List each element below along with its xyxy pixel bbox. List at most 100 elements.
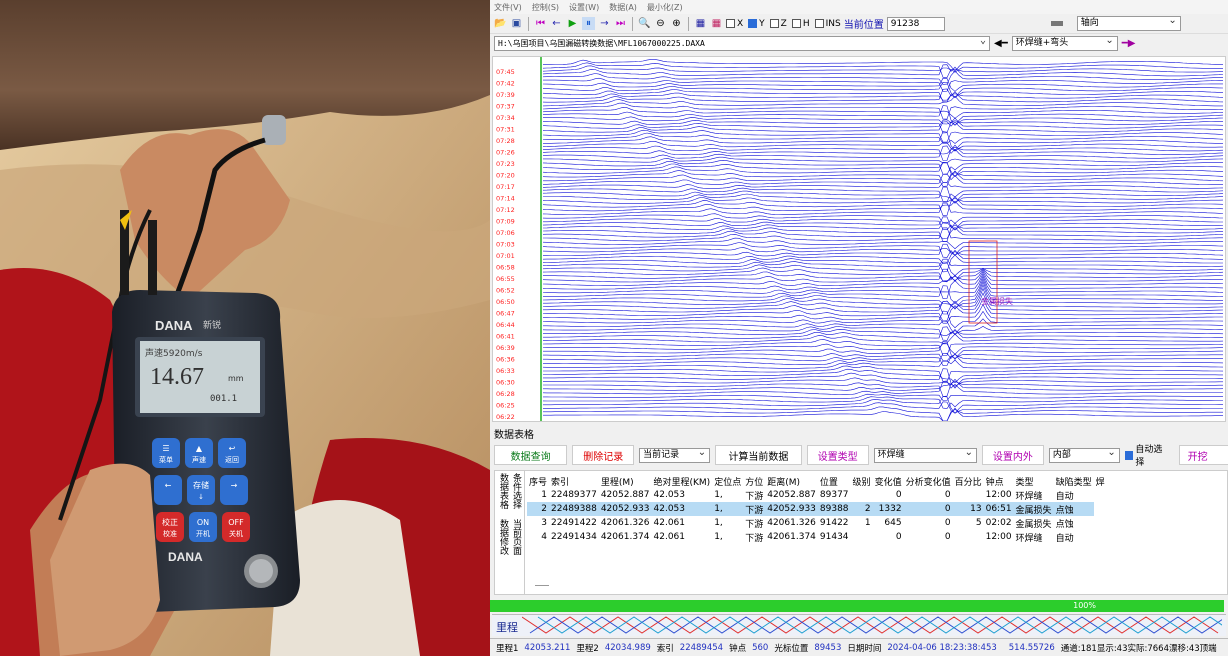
column-header[interactable]: 类型 <box>1014 474 1054 488</box>
data-table-tab-title[interactable]: 数据表格 <box>494 426 534 441</box>
device-key-symbol: ↩ <box>229 444 236 453</box>
table-cell: 点蚀 <box>1055 519 1074 530</box>
table-cell: 0 <box>944 532 951 542</box>
column-header[interactable]: 变化值 <box>873 474 904 488</box>
side-tab-data-table[interactable]: 数据表格 <box>497 473 508 509</box>
column-header[interactable]: 缺陷类型 <box>1054 474 1094 488</box>
column-header[interactable]: 钟点 <box>984 474 1014 488</box>
table-row[interactable]: 3 22491422 42061.326 42.061 1, 下游 42061.326 914… <box>527 516 1107 530</box>
waveform-plot[interactable]: 07:45 07:42 07:39 07:37 07:34 07:31 07:28 07:26… <box>493 57 1225 422</box>
toolbar-separator <box>528 16 529 31</box>
check-z[interactable]: Z <box>769 19 787 29</box>
zoom-out-icon[interactable]: ⊖ <box>654 17 667 30</box>
menu-file[interactable]: 文件(V) <box>494 2 522 13</box>
play-icon[interactable]: ▶ <box>566 17 579 30</box>
table-cell: 自动 <box>1055 533 1074 544</box>
column-header[interactable]: 焊 <box>1094 474 1107 488</box>
menu-settings[interactable]: 设置(W) <box>569 2 599 13</box>
data-query-button[interactable]: 数据查询 <box>494 445 568 465</box>
menu-data[interactable]: 数据(A) <box>609 2 637 13</box>
table-cell: 91434 <box>819 532 849 542</box>
menu-minimize[interactable]: 最小化(Z) <box>647 2 683 13</box>
checkbox-icon <box>748 19 758 28</box>
device-key-label: 菜单 <box>159 455 173 464</box>
waveform-panel[interactable]: 07:45 07:42 07:39 07:37 07:34 07:31 07:28 07:26… <box>492 56 1226 422</box>
column-header[interactable]: 百分比 <box>953 474 984 488</box>
menu-control[interactable]: 控制(S) <box>532 2 559 13</box>
table-cell: 2 <box>850 502 873 516</box>
column-header[interactable]: 里程(M) <box>599 474 652 488</box>
time-label: 06:28 <box>496 390 515 398</box>
time-label: 06:50 <box>496 298 515 306</box>
device-key: ▲ 声速 <box>185 438 213 468</box>
zoom-fit-icon[interactable]: 🔍 <box>638 17 651 30</box>
channel-trace <box>542 213 1224 224</box>
device-reading: 14.67 <box>150 364 204 390</box>
column-header[interactable]: 位置 <box>818 474 851 488</box>
file-path-select[interactable]: H:\乌国项目\乌国漏磁转换数据\MFL1067000225.DAXA <box>494 34 990 51</box>
column-header[interactable]: 定位点 <box>712 474 743 488</box>
check-y[interactable]: Y <box>748 19 765 29</box>
table-cell: 22491422 <box>551 518 597 528</box>
last-frame-icon[interactable]: ⏭ <box>614 17 627 30</box>
table-cell: 5 <box>975 518 982 528</box>
column-header[interactable]: 级别 <box>851 474 873 488</box>
delete-record-button[interactable]: 删除记录 <box>572 445 635 465</box>
status-key: 钟点 <box>729 643 747 654</box>
set-inout-button[interactable]: 设置内外 <box>981 445 1044 465</box>
time-label: 06:39 <box>496 344 515 352</box>
field-photo: DANA 新锐 声速5920m/s 14.67 mm 001.1 ☰ 菜单 ▲ 声速 ↩… <box>0 0 490 656</box>
current-record-select[interactable]: 当前记录 <box>639 446 711 463</box>
axis-select[interactable]: 轴向 <box>1076 14 1181 31</box>
status-bar: 里程1 42053.211 里程2 42034.989 索引 22489454 钟点 560 光… <box>490 638 1228 656</box>
calc-current-button[interactable]: 计算当前数据 <box>715 445 802 465</box>
column-header[interactable]: 绝对里程(KM) <box>652 474 713 488</box>
time-label: 06:55 <box>496 275 515 283</box>
arrow-right-icon[interactable]: ━▶ <box>1122 38 1136 49</box>
dig-button[interactable]: 开挖 <box>1178 445 1228 465</box>
time-label: 06:22 <box>496 413 515 421</box>
auto-select-checkbox[interactable]: 自动选择 <box>1124 442 1170 468</box>
save-icon[interactable]: ▣ <box>510 17 523 30</box>
set-type-button[interactable]: 设置类型 <box>806 445 869 465</box>
first-frame-icon[interactable]: ⏮ <box>534 17 547 30</box>
side-tab-data-edit[interactable]: 数据修改 <box>497 519 508 555</box>
table-cell: 下游 <box>743 502 766 516</box>
time-label: 07:31 <box>496 126 515 134</box>
check-x[interactable]: X <box>726 19 743 29</box>
column-header[interactable]: 序号 <box>527 474 549 488</box>
column-header[interactable]: 分析变化值 <box>904 474 953 488</box>
side-tab-current-page[interactable]: 当前页面 <box>510 519 521 555</box>
column-header[interactable]: 索引 <box>549 474 599 488</box>
table-cell: 22489377 <box>551 490 597 500</box>
table-row[interactable]: 2 22489388 42052.933 42.053 1, 下游 42052.933 893… <box>527 502 1107 516</box>
table-cell: 42052.933 <box>598 502 652 516</box>
column-header[interactable]: 方位 <box>743 474 765 488</box>
table-cell: 02:02 <box>985 518 1012 528</box>
table-cell: 42.053 <box>653 490 686 500</box>
step-back-icon[interactable]: ← <box>550 17 563 30</box>
position-input[interactable]: 91238 <box>886 16 945 31</box>
channel-trace <box>542 62 1223 78</box>
zoom-in-icon[interactable]: ⊕ <box>670 17 683 30</box>
table-row[interactable]: 4 22491434 42061.374 42.061 1, 下游 42061.374 914… <box>527 530 1107 544</box>
time-label: 07:12 <box>496 206 515 214</box>
table-cell: 89377 <box>819 490 849 500</box>
open-folder-icon[interactable]: 📂 <box>494 17 507 30</box>
table-row[interactable]: 1 22489377 42052.887 42.053 1, 下游 42052.887 893… <box>527 488 1107 502</box>
color-map-icon[interactable]: ▦ <box>710 17 723 30</box>
side-tab-condition[interactable]: 条件选择 <box>510 473 521 509</box>
check-ins[interactable]: INS <box>814 19 841 29</box>
inout-select[interactable]: 内部 <box>1048 446 1120 463</box>
time-label: 06:41 <box>496 333 515 341</box>
column-header[interactable]: 距离(M) <box>765 474 818 488</box>
check-h[interactable]: H <box>791 19 810 29</box>
time-label: 07:26 <box>496 149 515 157</box>
channel-trace <box>542 197 1224 204</box>
pause-icon[interactable]: ⏸ <box>582 17 595 30</box>
grid-icon[interactable]: ▦ <box>694 17 707 30</box>
type-select[interactable]: 环焊缝 <box>873 446 977 463</box>
step-forward-icon[interactable]: → <box>598 17 611 30</box>
progress-bar: 100% <box>490 600 1224 612</box>
feature-select[interactable]: 环焊缝+弯头 <box>1011 34 1118 51</box>
